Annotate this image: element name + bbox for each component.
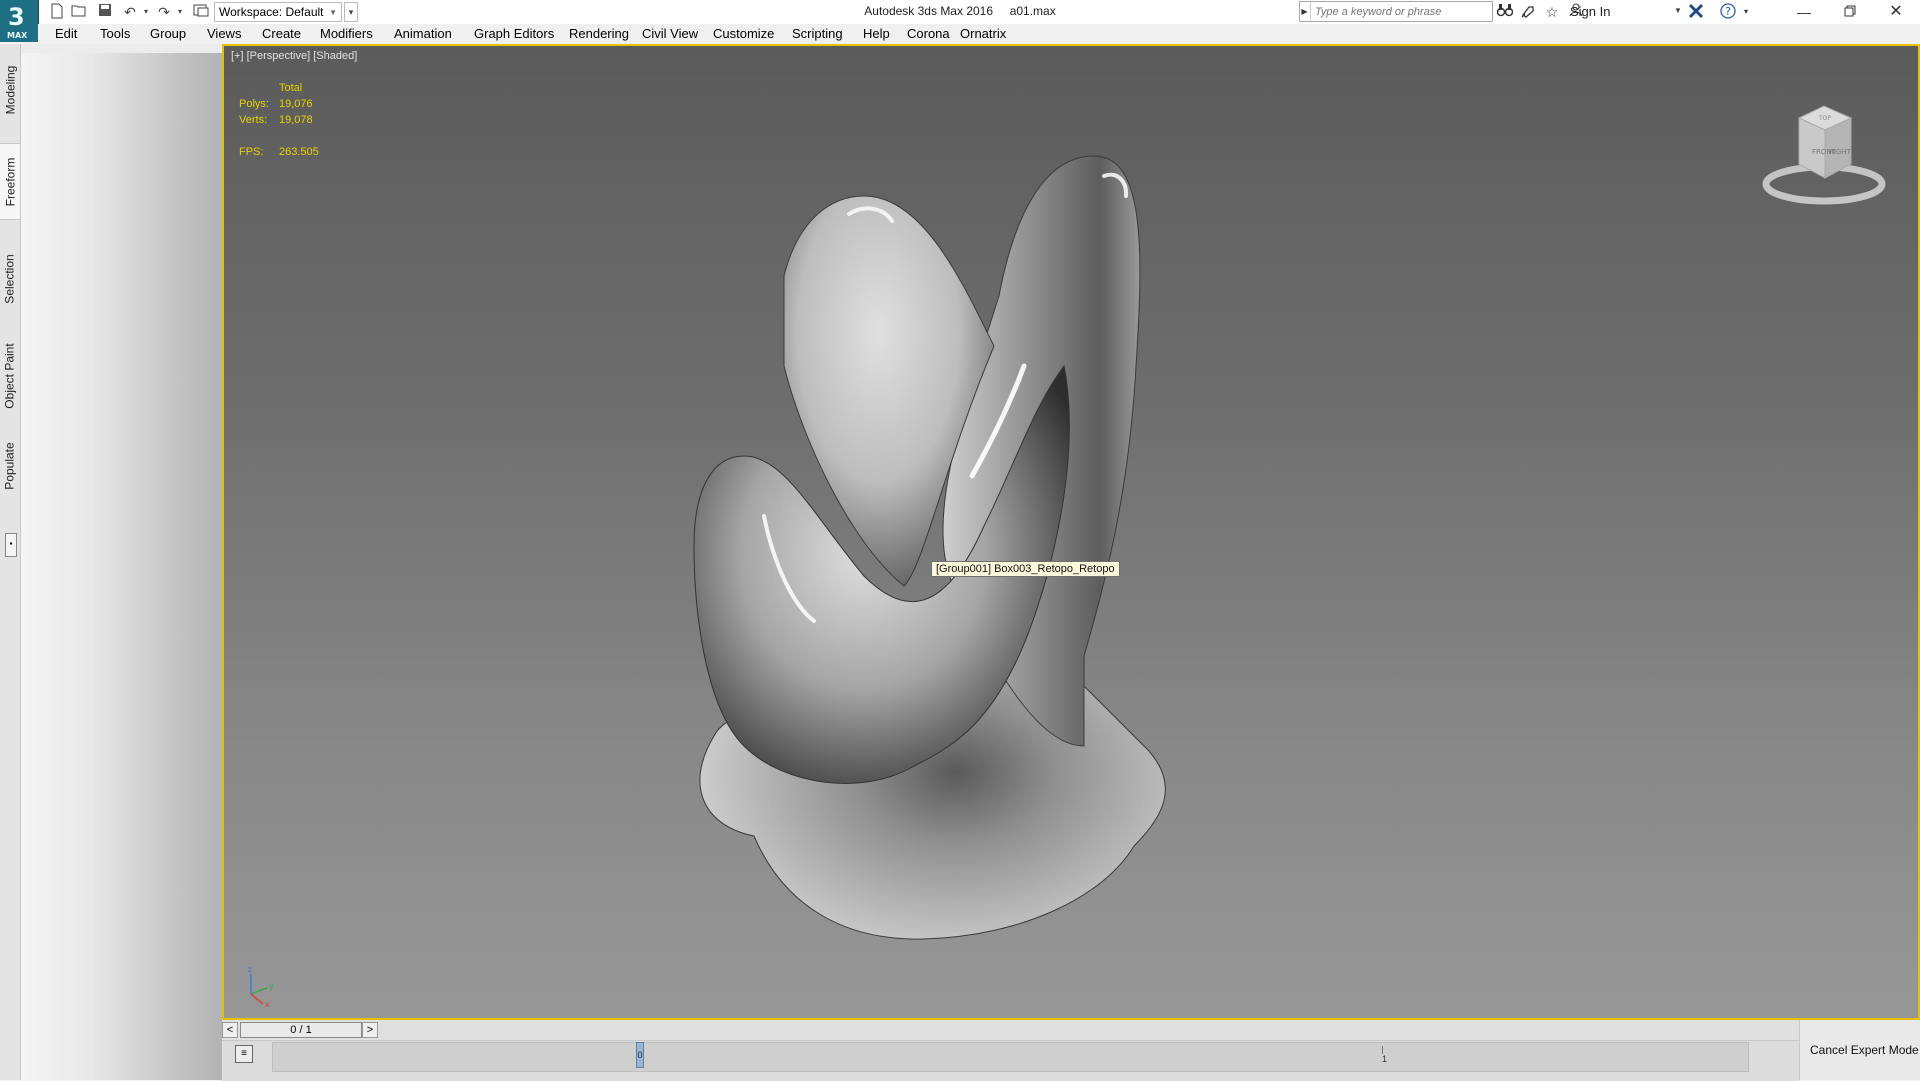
max-logo-icon: 3 [8, 3, 25, 31]
menu-ornatrix[interactable]: Ornatrix [960, 26, 1006, 41]
menu-views[interactable]: Views [207, 26, 241, 41]
workspace-dropdown[interactable]: Workspace: Default ▼ [214, 2, 342, 22]
frame-marker[interactable]: 0 [636, 1042, 644, 1068]
tab-label: Populate [3, 442, 17, 490]
ribbon-panel [21, 53, 222, 1080]
axis-x-label: x [265, 1000, 270, 1008]
tab-object-paint[interactable]: Object Paint [0, 336, 20, 416]
menu-civil-view[interactable]: Civil View [642, 26, 698, 41]
customize-quick-access-button[interactable]: ▾ [344, 2, 358, 22]
chevron-down-icon[interactable]: ▼ [1674, 6, 1682, 15]
ribbon-header [21, 44, 222, 53]
app-menu-button[interactable]: 3 MAX [0, 0, 39, 42]
tab-selection[interactable]: Selection [0, 244, 20, 314]
tick-label: 1 [1382, 1054, 1388, 1064]
cancel-expert-mode-button[interactable]: Cancel Expert Mode [1810, 1043, 1919, 1057]
axis-z-label: z [248, 965, 252, 974]
curve-editor-icon[interactable]: ≡ [235, 1045, 253, 1063]
tab-modeling[interactable]: Modeling [0, 54, 20, 126]
svg-text:?: ? [1725, 5, 1731, 18]
redo-dropdown-icon[interactable]: ▾ [171, 3, 189, 21]
menu-graph-editors[interactable]: Graph Editors [474, 26, 554, 41]
minimize-button[interactable]: — [1781, 0, 1827, 24]
sign-in-link[interactable]: Sign In [1570, 4, 1610, 19]
tab-freeform[interactable]: Freeform [0, 143, 20, 220]
menu-edit[interactable]: Edit [55, 26, 77, 41]
favorites-star-icon[interactable]: ☆ [1542, 3, 1562, 21]
max-logo-text: MAX [7, 31, 28, 40]
axis-tripod-icon: z y x [248, 965, 274, 1008]
viewcube-right-label: RIGHT [1829, 148, 1852, 156]
time-slider-prev-button[interactable]: < [222, 1022, 238, 1038]
tab-label: Object Paint [3, 343, 17, 409]
subscription-icon[interactable] [1518, 3, 1538, 21]
track-bar-area[interactable] [272, 1042, 1749, 1072]
shaded-mesh-object[interactable] [224, 46, 1918, 1018]
open-file-icon[interactable] [70, 3, 88, 21]
help-dropdown-icon[interactable]: ▾ [1736, 3, 1756, 21]
project-folder-icon[interactable] [192, 3, 210, 21]
menu-group[interactable]: Group [150, 26, 186, 41]
menu-scripting[interactable]: Scripting [792, 26, 843, 41]
save-icon[interactable] [96, 3, 114, 21]
axis-y-label: y [269, 982, 274, 991]
menu-help[interactable]: Help [863, 26, 890, 41]
new-file-icon[interactable] [48, 3, 66, 21]
tab-label: Selection [3, 254, 17, 304]
menu-corona[interactable]: Corona [907, 26, 950, 41]
tab-label: Modeling [3, 65, 18, 115]
menu-tools[interactable]: Tools [100, 26, 130, 41]
viewport-perspective[interactable]: [+] [Perspective] [Shaded] Total Polys: … [222, 44, 1920, 1020]
time-slider-thumb[interactable]: 0 / 1 [240, 1022, 362, 1038]
search-expand-icon[interactable]: ▶ [1299, 1, 1311, 22]
workspace-label: Workspace: Default [219, 5, 324, 19]
viewcube-icon[interactable]: FRONT RIGHT TOP [1759, 96, 1889, 206]
viewcube-top-label: TOP [1818, 115, 1831, 122]
tab-label: Freeform [3, 157, 17, 206]
search-input[interactable] [1313, 3, 1493, 21]
chevron-down-icon: ▼ [329, 8, 337, 17]
time-slider-next-button[interactable]: > [362, 1022, 378, 1038]
undo-dropdown-icon[interactable]: ▾ [137, 3, 155, 21]
binoculars-icon[interactable] [1495, 3, 1515, 21]
menu-rendering[interactable]: Rendering [569, 26, 629, 41]
menu-animation[interactable]: Animation [394, 26, 452, 41]
menu-create[interactable]: Create [262, 26, 301, 41]
tab-populate[interactable]: Populate [0, 436, 20, 496]
time-slider [222, 1020, 1799, 1040]
restore-button[interactable] [1827, 0, 1873, 24]
ribbon-toggle-icon[interactable]: ▪ [5, 533, 17, 557]
help-icon[interactable]: ? [1718, 3, 1738, 21]
exchange-apps-icon[interactable] [1686, 3, 1706, 21]
menu-modifiers[interactable]: Modifiers [320, 26, 373, 41]
menu-customize[interactable]: Customize [713, 26, 774, 41]
tick-mark [1382, 1046, 1383, 1054]
close-button[interactable]: ✕ [1873, 0, 1919, 24]
object-name-tooltip: [Group001] Box003_Retopo_Retopo [931, 561, 1120, 577]
